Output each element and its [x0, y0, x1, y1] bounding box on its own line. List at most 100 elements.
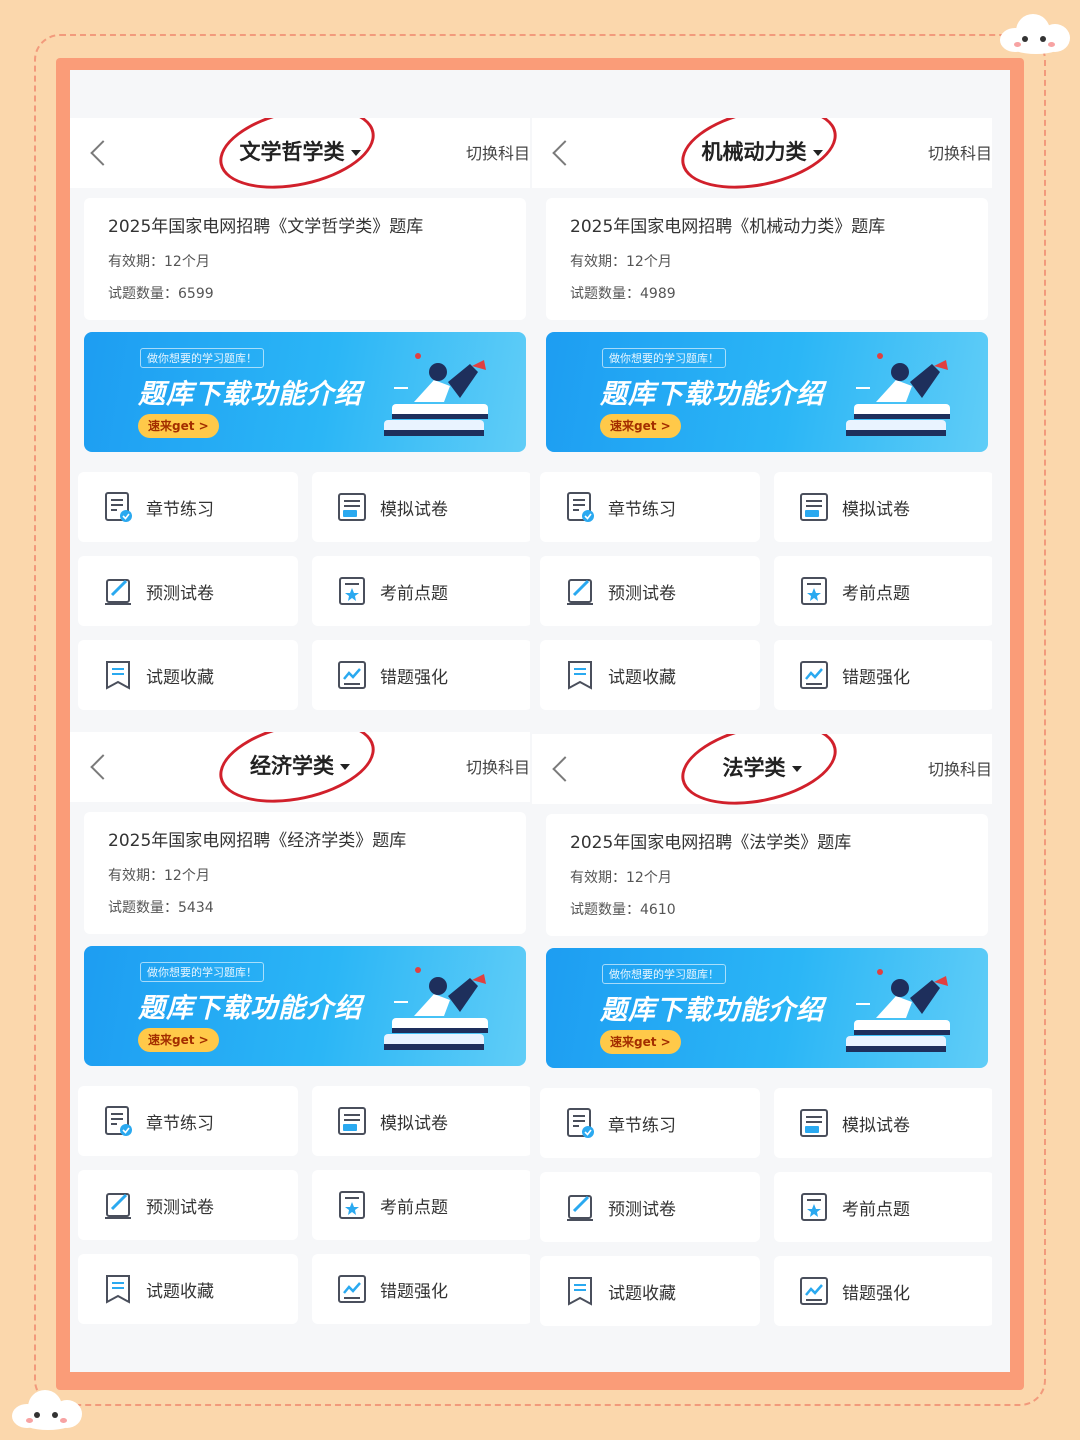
menu-item-label: 试题收藏: [608, 667, 676, 688]
menu-item-label: 模拟试卷: [842, 499, 910, 520]
menu-item-predict-exam[interactable]: 预测试卷: [78, 556, 298, 626]
menu-item-predict-exam[interactable]: 预测试卷: [540, 1172, 760, 1242]
switch-subject-button[interactable]: 切换科目: [928, 140, 992, 164]
panel-jingji: 经济学类 切换科目 2025年国家电网招聘《经济学类》题库 有效期：12个月 试…: [70, 732, 530, 1326]
wrong-questions-icon: [800, 661, 828, 689]
chevron-left-icon[interactable]: [552, 756, 578, 782]
question-count: 试题数量：4989: [570, 286, 676, 302]
bank-title: 2025年国家电网招聘《经济学类》题库: [108, 831, 407, 851]
switch-subject-button[interactable]: 切换科目: [466, 754, 530, 778]
switch-subject-button[interactable]: 切换科目: [466, 140, 530, 164]
banner-tag: 做你想要的学习题库！: [140, 348, 264, 368]
app-header: 经济学类 切换科目: [70, 732, 530, 816]
menu-item-label: 考前点题: [380, 583, 448, 604]
menu-item-label: 考前点题: [842, 1199, 910, 1220]
pre-exam-tips-icon: [339, 1191, 365, 1219]
favorites-icon: [568, 661, 592, 690]
menu-item-mock-exam[interactable]: 模拟试卷: [774, 472, 992, 542]
menu-item-label: 章节练习: [146, 499, 214, 520]
predict-exam-icon: [105, 1193, 131, 1219]
banner-tag: 做你想要的学习题库！: [602, 348, 726, 368]
chapter-practice-icon: [567, 1108, 594, 1138]
red-highlight-circle: [673, 734, 845, 818]
banner-get-button[interactable]: 速来get >: [600, 414, 681, 438]
menu-item-favorites[interactable]: 试题收藏: [78, 1254, 298, 1324]
validity-text: 有效期：12个月: [108, 254, 210, 270]
menu-item-chapter-practice[interactable]: 章节练习: [78, 1086, 298, 1156]
menu-item-wrong-questions[interactable]: 错题强化: [312, 1254, 530, 1324]
chevron-left-icon[interactable]: [552, 140, 578, 166]
menu-item-label: 试题收藏: [608, 1283, 676, 1304]
menu-item-chapter-practice[interactable]: 章节练习: [78, 472, 298, 542]
validity-text: 有效期：12个月: [108, 868, 210, 884]
wrong-questions-icon: [800, 1277, 828, 1305]
menu-item-wrong-questions[interactable]: 错题强化: [312, 640, 530, 710]
menu-item-mock-exam[interactable]: 模拟试卷: [774, 1088, 992, 1158]
question-count: 试题数量：6599: [108, 286, 214, 302]
chevron-left-icon[interactable]: [90, 754, 116, 780]
menu-item-label: 考前点题: [380, 1197, 448, 1218]
menu-item-label: 试题收藏: [146, 1281, 214, 1302]
download-intro-banner[interactable]: 做你想要的学习题库！ 题库下载功能介绍 速来get >: [84, 946, 526, 1066]
function-menu: 章节练习 模拟试卷 预测试卷 考前点题 试题收藏 错题强化: [78, 472, 530, 712]
menu-item-label: 模拟试卷: [380, 499, 448, 520]
bank-title: 2025年国家电网招聘《法学类》题库: [570, 833, 852, 853]
menu-item-label: 预测试卷: [608, 583, 676, 604]
function-menu: 章节练习 模拟试卷 预测试卷 考前点题 试题收藏 错题强化: [540, 472, 992, 712]
menu-item-chapter-practice[interactable]: 章节练习: [540, 1088, 760, 1158]
pre-exam-tips-icon: [339, 577, 365, 605]
menu-item-label: 错题强化: [380, 1281, 448, 1302]
menu-item-wrong-questions[interactable]: 错题强化: [774, 640, 992, 710]
panel-jixie: 机械动力类 切换科目 2025年国家电网招聘《机械动力类》题库 有效期：12个月…: [532, 118, 992, 712]
menu-item-predict-exam[interactable]: 预测试卷: [540, 556, 760, 626]
switch-subject-button[interactable]: 切换科目: [928, 756, 992, 780]
menu-item-favorites[interactable]: 试题收藏: [78, 640, 298, 710]
chevron-left-icon[interactable]: [90, 140, 116, 166]
download-intro-banner[interactable]: 做你想要的学习题库！ 题库下载功能介绍 速来get >: [546, 332, 988, 452]
chapter-practice-icon: [567, 492, 594, 522]
menu-item-label: 错题强化: [842, 667, 910, 688]
books-illustration: [846, 353, 950, 436]
menu-item-mock-exam[interactable]: 模拟试卷: [312, 472, 530, 542]
function-menu: 章节练习 模拟试卷 预测试卷 考前点题 试题收藏 错题强化: [78, 1086, 530, 1326]
books-illustration: [384, 353, 488, 436]
menu-item-chapter-practice[interactable]: 章节练习: [540, 472, 760, 542]
banner-get-button[interactable]: 速来get >: [138, 414, 219, 438]
red-highlight-circle: [211, 732, 383, 816]
bank-info-card: 2025年国家电网招聘《经济学类》题库 有效期：12个月 试题数量：5434: [84, 812, 526, 934]
books-illustration: [846, 969, 950, 1052]
menu-item-mock-exam[interactable]: 模拟试卷: [312, 1086, 530, 1156]
books-illustration: [384, 967, 488, 1050]
predict-exam-icon: [567, 1195, 593, 1221]
predict-exam-icon: [567, 579, 593, 605]
app-header: 法学类 切换科目: [532, 734, 992, 818]
pre-exam-tips-icon: [801, 577, 827, 605]
menu-item-favorites[interactable]: 试题收藏: [540, 640, 760, 710]
download-intro-banner[interactable]: 做你想要的学习题库！ 题库下载功能介绍 速来get >: [546, 948, 988, 1068]
panel-faxue: 法学类 切换科目 2025年国家电网招聘《法学类》题库 有效期：12个月 试题数…: [532, 734, 992, 1328]
menu-item-pre-exam-tips[interactable]: 考前点题: [312, 1170, 530, 1240]
banner-title: 题库下载功能介绍: [138, 993, 362, 1024]
panel-wenxue: 文学哲学类 切换科目 2025年国家电网招聘《文学哲学类》题库 有效期：12个月…: [70, 118, 530, 712]
pre-exam-tips-icon: [801, 1193, 827, 1221]
menu-item-pre-exam-tips[interactable]: 考前点题: [312, 556, 530, 626]
menu-item-wrong-questions[interactable]: 错题强化: [774, 1256, 992, 1326]
banner-title: 题库下载功能介绍: [138, 379, 362, 410]
banner-title: 题库下载功能介绍: [600, 379, 824, 410]
download-intro-banner[interactable]: 做你想要的学习题库！ 题库下载功能介绍 速来get >: [84, 332, 526, 452]
menu-item-pre-exam-tips[interactable]: 考前点题: [774, 556, 992, 626]
bank-info-card: 2025年国家电网招聘《文学哲学类》题库 有效期：12个月 试题数量：6599: [84, 198, 526, 320]
menu-item-label: 考前点题: [842, 583, 910, 604]
question-count: 试题数量：4610: [570, 902, 676, 918]
function-menu: 章节练习 模拟试卷 预测试卷 考前点题 试题收藏 错题强化: [540, 1088, 992, 1328]
menu-item-predict-exam[interactable]: 预测试卷: [78, 1170, 298, 1240]
menu-item-label: 错题强化: [842, 1283, 910, 1304]
menu-item-pre-exam-tips[interactable]: 考前点题: [774, 1172, 992, 1242]
menu-item-favorites[interactable]: 试题收藏: [540, 1256, 760, 1326]
cloud-icon: [12, 1390, 84, 1430]
menu-item-label: 章节练习: [608, 499, 676, 520]
banner-get-button[interactable]: 速来get >: [138, 1028, 219, 1052]
chapter-practice-icon: [105, 1106, 132, 1136]
screenshot-collage: 文学哲学类 切换科目 2025年国家电网招聘《文学哲学类》题库 有效期：12个月…: [70, 70, 1010, 1372]
banner-get-button[interactable]: 速来get >: [600, 1030, 681, 1054]
